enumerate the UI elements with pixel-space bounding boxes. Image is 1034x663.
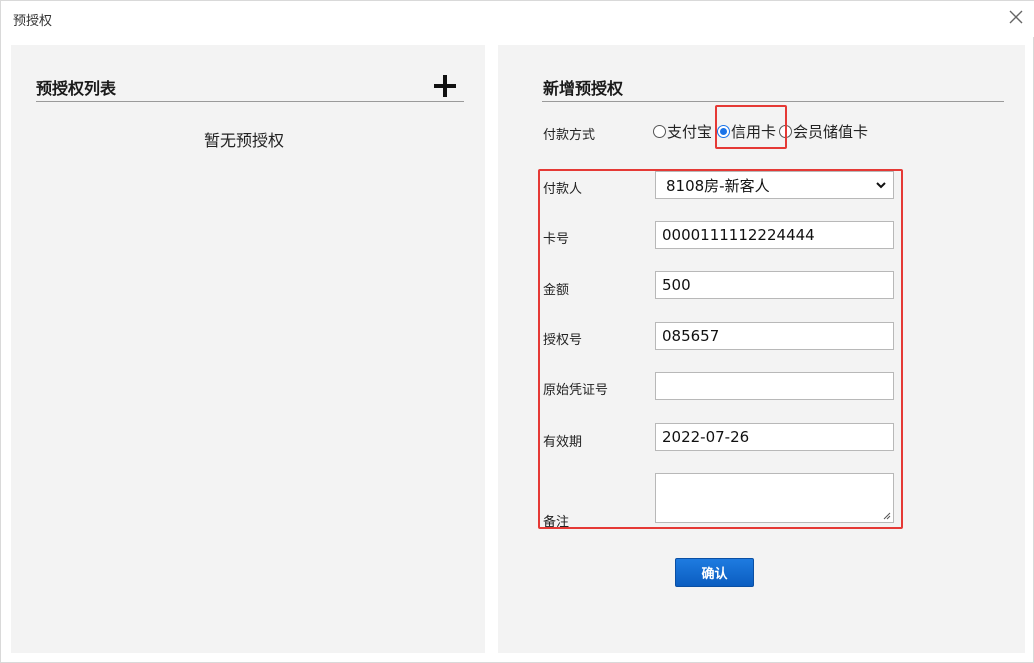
radio-alipay-label: 支付宝 [667, 122, 713, 141]
payer-select[interactable]: 8108房-新客人 [655, 171, 894, 199]
close-icon[interactable] [1007, 8, 1025, 26]
auth-number-value: 085657 [662, 327, 720, 345]
radio-credit-card-label: 信用卡 [731, 122, 777, 141]
voucher-number-input[interactable] [655, 372, 894, 400]
new-preauth-heading: 新增预授权 [543, 79, 624, 98]
voucher-number-label: 原始凭证号 [543, 383, 609, 398]
radio-member-card-input[interactable] [779, 124, 793, 138]
divider [36, 101, 464, 102]
amount-label: 金额 [543, 283, 570, 298]
payment-method-radio-group: 支付宝 信用卡 会员储值卡 [653, 121, 868, 141]
amount-value: 500 [662, 276, 691, 294]
radio-alipay-input[interactable] [653, 124, 666, 138]
preauth-list-panel: 预授权列表 暂无预授权 [11, 45, 485, 653]
window-title: 预授权 [13, 14, 53, 29]
preauth-list-heading: 预授权列表 [36, 79, 117, 98]
auth-number-input[interactable]: 085657 [655, 322, 894, 350]
payment-method-label: 付款方式 [543, 128, 596, 143]
confirm-button[interactable]: 确认 [675, 558, 754, 587]
remark-textarea[interactable] [655, 473, 894, 523]
empty-list-text: 暂无预授权 [203, 131, 284, 150]
radio-credit-card-input[interactable] [717, 124, 731, 138]
expiry-value: 2022-07-26 [662, 428, 750, 446]
payer-select-value: 8108房-新客人 [666, 176, 770, 195]
chevron-down-icon [876, 182, 886, 189]
card-number-input[interactable]: 0000111112224444 [655, 221, 894, 249]
payer-label: 付款人 [543, 182, 583, 197]
radio-member-card-label: 会员储值卡 [793, 122, 869, 141]
resize-handle-icon[interactable] [881, 510, 891, 520]
expiry-input[interactable]: 2022-07-26 [655, 423, 894, 451]
title-bar: 预授权 [1, 1, 1034, 37]
auth-number-label: 授权号 [543, 333, 583, 348]
card-number-value: 0000111112224444 [662, 226, 815, 244]
preauth-dialog: 预授权 预授权列表 暂无预授权 新增预授权 付款方式 支付宝 信用卡 会员储值卡… [0, 0, 1034, 663]
card-number-label: 卡号 [543, 232, 570, 247]
expiry-label: 有效期 [543, 435, 583, 450]
add-icon[interactable] [432, 73, 458, 99]
amount-input[interactable]: 500 [655, 271, 894, 299]
remark-label: 备注 [543, 515, 570, 530]
radio-alipay[interactable]: 支付宝 [653, 121, 712, 142]
radio-member-card[interactable]: 会员储值卡 [779, 121, 868, 142]
radio-credit-card[interactable]: 信用卡 [717, 121, 776, 142]
new-preauth-panel: 新增预授权 付款方式 支付宝 信用卡 会员储值卡 付款人 8108房-新客人 卡… [498, 45, 1025, 653]
divider [542, 101, 1004, 102]
